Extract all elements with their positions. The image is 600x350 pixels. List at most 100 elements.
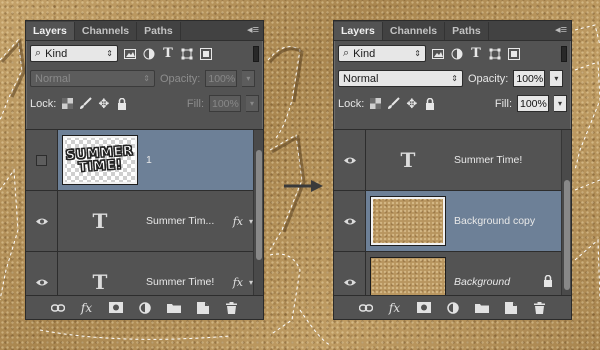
fill-label: Fill: xyxy=(186,97,204,110)
mask-icon[interactable] xyxy=(416,300,432,316)
filter-toggle-switch[interactable] xyxy=(253,45,259,62)
panel-menu-icon[interactable]: ◂≡ xyxy=(555,23,567,37)
arrow-right-icon xyxy=(284,180,323,192)
blend-row: Normal ⇕ Opacity: 100% ▾ xyxy=(26,66,263,91)
fx-icon[interactable]: fx xyxy=(387,300,403,316)
layer-row[interactable]: Background xyxy=(334,252,571,295)
eye-icon[interactable] xyxy=(334,130,366,190)
tab-paths[interactable]: Paths xyxy=(445,22,489,40)
lock-icon[interactable] xyxy=(115,97,128,110)
layer-name[interactable]: Summer Time! xyxy=(454,154,522,166)
checker-lock-icon[interactable] xyxy=(369,97,382,110)
layers-scrollbar[interactable] xyxy=(561,130,571,295)
lock-icon[interactable] xyxy=(543,274,553,290)
tab-paths[interactable]: Paths xyxy=(137,22,181,40)
lock-row: Lock: ✥ Fill: 100% ▾ xyxy=(26,91,263,116)
layer-name[interactable]: Summer Time! xyxy=(146,276,214,288)
opacity-field[interactable]: 100% xyxy=(205,70,238,87)
mask-icon[interactable] xyxy=(108,300,124,316)
chevron-updown-icon: ⇕ xyxy=(106,48,113,58)
type-icon[interactable]: T xyxy=(161,46,175,61)
eye-icon[interactable] xyxy=(334,252,366,295)
lock-label: Lock: xyxy=(338,97,365,110)
trash-icon[interactable] xyxy=(532,300,548,316)
adjustment-layer-icon[interactable] xyxy=(445,300,461,316)
fill-field[interactable]: 100% xyxy=(209,95,241,112)
filter-kind-select[interactable]: ⌕ Kind ⇕ xyxy=(338,45,426,62)
layers-footer: fx xyxy=(334,295,571,319)
tab-layers[interactable]: Layers xyxy=(26,22,75,40)
smart-object-icon[interactable] xyxy=(199,47,213,61)
layers-scrollbar[interactable] xyxy=(253,130,263,295)
brush-icon[interactable] xyxy=(387,97,401,110)
lock-row: Lock: ✥ Fill: 100% ▾ xyxy=(334,91,571,116)
panel-menu-icon[interactable]: ◂≡ xyxy=(247,23,259,37)
move-icon[interactable]: ✥ xyxy=(405,96,418,111)
thumbnail-text: SUMMER TIME! xyxy=(65,143,135,176)
visibility-toggle[interactable] xyxy=(26,130,58,190)
layer-row[interactable]: T Summer Tim... fx ▾ xyxy=(26,191,263,252)
chevron-down-icon[interactable]: ▾ xyxy=(554,95,567,112)
new-layer-icon[interactable] xyxy=(503,300,519,316)
layer-name[interactable]: Summer Tim... xyxy=(146,215,214,227)
scrollbar-thumb[interactable] xyxy=(256,150,262,260)
folder-icon[interactable] xyxy=(474,300,490,316)
checker-lock-icon[interactable] xyxy=(61,97,74,110)
scrollbar-thumb[interactable] xyxy=(564,180,570,290)
hidden-visibility-box[interactable] xyxy=(36,154,47,166)
layer-name[interactable]: Background xyxy=(454,276,510,288)
eye-icon[interactable] xyxy=(26,252,58,295)
type-icon[interactable]: T xyxy=(469,46,483,61)
lock-label: Lock: xyxy=(30,97,57,110)
eye-icon[interactable] xyxy=(334,191,366,251)
new-layer-icon[interactable] xyxy=(195,300,211,316)
shape-icon[interactable] xyxy=(488,47,502,61)
layer-row[interactable]: T Summer Time! fx ▾ xyxy=(26,252,263,295)
layer-thumbnail-image: SUMMER TIME! xyxy=(62,135,138,185)
eye-icon[interactable] xyxy=(26,191,58,251)
layer-name[interactable]: Background copy xyxy=(454,215,535,227)
layer-row[interactable]: SUMMER TIME! 1 xyxy=(26,130,263,191)
folder-icon[interactable] xyxy=(166,300,182,316)
tab-channels[interactable]: Channels xyxy=(383,22,446,40)
fill-label: Fill: xyxy=(494,97,512,110)
fx-icon[interactable]: fx xyxy=(233,276,243,289)
blend-mode-select[interactable]: Normal ⇕ xyxy=(338,70,463,87)
link-icon[interactable] xyxy=(358,300,374,316)
layers-panel-before: Layers Channels Paths ◂≡ ⌕ Kind ⇕ T Norm… xyxy=(25,20,264,320)
adjustment-icon[interactable] xyxy=(142,47,156,61)
tab-layers[interactable]: Layers xyxy=(334,22,383,40)
fx-icon[interactable]: fx xyxy=(233,215,243,228)
filter-toggle-switch[interactable] xyxy=(561,45,567,62)
layer-name[interactable]: 1 xyxy=(146,154,152,166)
type-layer-icon: T xyxy=(92,209,108,233)
adjustment-icon[interactable] xyxy=(450,47,464,61)
chevron-updown-icon: ⇕ xyxy=(414,48,421,58)
move-icon[interactable]: ✥ xyxy=(97,96,110,111)
brush-icon[interactable] xyxy=(79,97,93,110)
layer-row[interactable]: T Summer Time! xyxy=(334,130,571,191)
type-layer-icon: T xyxy=(92,270,108,294)
chevron-down-icon[interactable]: ▾ xyxy=(242,70,256,87)
opacity-label: Opacity: xyxy=(160,72,201,85)
blend-mode-select[interactable]: Normal ⇕ xyxy=(30,70,155,87)
fx-icon[interactable]: fx xyxy=(79,300,95,316)
chevron-down-icon[interactable]: ▾ xyxy=(246,95,259,112)
filter-kind-select[interactable]: ⌕ Kind ⇕ xyxy=(30,45,118,62)
chevron-down-icon[interactable]: ▾ xyxy=(550,70,564,87)
shape-icon[interactable] xyxy=(180,47,194,61)
trash-icon[interactable] xyxy=(224,300,240,316)
layer-thumbnail-image xyxy=(370,196,446,246)
lock-icon[interactable] xyxy=(423,97,436,110)
opacity-field[interactable]: 100% xyxy=(513,70,546,87)
chevron-updown-icon: ⇕ xyxy=(451,73,458,83)
layer-row[interactable]: Background copy xyxy=(334,191,571,252)
tab-channels[interactable]: Channels xyxy=(75,22,138,40)
image-icon[interactable] xyxy=(123,47,137,61)
fill-field[interactable]: 100% xyxy=(517,95,549,112)
link-icon[interactable] xyxy=(50,300,66,316)
image-icon[interactable] xyxy=(431,47,445,61)
layer-thumbnail xyxy=(366,252,450,295)
adjustment-layer-icon[interactable] xyxy=(137,300,153,316)
smart-object-icon[interactable] xyxy=(507,47,521,61)
